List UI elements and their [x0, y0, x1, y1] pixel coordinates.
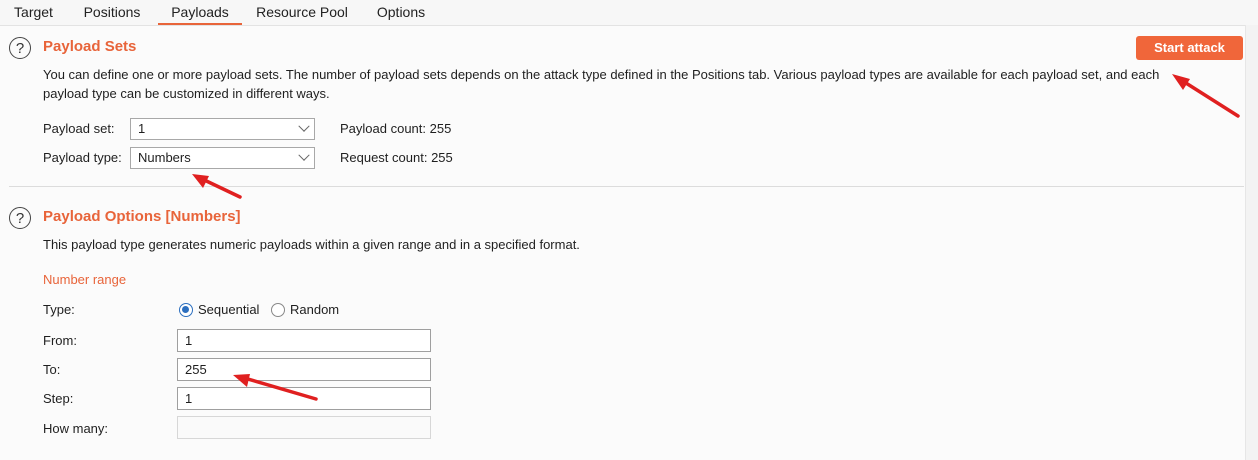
vertical-scrollbar[interactable]	[1245, 25, 1258, 460]
payload-sets-description-line2: payload type can be customized in differ…	[43, 86, 330, 101]
type-label: Type:	[43, 302, 75, 317]
arrow-head	[1172, 74, 1190, 90]
chevron-down-icon	[298, 149, 310, 161]
request-count-value: 255	[431, 150, 453, 165]
step-input[interactable]	[177, 387, 431, 410]
tab-options[interactable]: Options	[368, 0, 434, 25]
start-attack-button[interactable]: Start attack	[1136, 36, 1243, 60]
payload-type-value: Numbers	[138, 150, 191, 165]
payload-options-title: Payload Options [Numbers]	[43, 208, 241, 225]
arrow-payload-type	[196, 175, 242, 199]
tab-target[interactable]: Target	[6, 0, 61, 25]
number-range-heading: Number range	[43, 272, 127, 287]
payload-sets-title: Payload Sets	[43, 38, 137, 55]
section-divider	[9, 186, 1244, 187]
help-icon[interactable]: ?	[9, 207, 31, 229]
how-many-input[interactable]	[177, 416, 431, 439]
tab-resource-pool[interactable]: Resource Pool	[252, 0, 352, 25]
tab-payloads[interactable]: Payloads	[158, 0, 242, 25]
request-count-label: Request count: 255	[340, 150, 453, 165]
random-radio[interactable]	[271, 303, 285, 317]
how-many-label: How many:	[43, 421, 109, 436]
sequential-radio[interactable]	[179, 303, 193, 317]
payload-set-value: 1	[138, 121, 146, 136]
random-label[interactable]: Random	[290, 302, 339, 317]
to-input[interactable]	[177, 358, 431, 381]
step-label: Step:	[43, 391, 74, 406]
from-label: From:	[43, 333, 77, 348]
help-icon[interactable]: ?	[9, 37, 31, 59]
payload-type-label: Payload type:	[43, 150, 122, 165]
tab-bar: Target Positions Payloads Resource Pool …	[0, 0, 1258, 26]
sequential-label[interactable]: Sequential	[198, 302, 259, 317]
payload-count-value: 255	[429, 121, 452, 136]
to-label: To:	[43, 362, 61, 377]
payload-set-label: Payload set:	[43, 121, 115, 136]
payload-type-select[interactable]: Numbers	[130, 147, 315, 169]
chevron-down-icon	[298, 120, 310, 132]
tab-positions[interactable]: Positions	[77, 0, 147, 25]
payload-options-description: This payload type generates numeric payl…	[43, 237, 580, 252]
payload-sets-description-line1: You can define one or more payload sets.…	[43, 67, 1160, 82]
payload-count-label: Payload count: 255	[340, 121, 452, 136]
arrow-start-attack	[1176, 76, 1240, 118]
from-input[interactable]	[177, 329, 431, 352]
payload-set-select[interactable]: 1	[130, 118, 315, 140]
